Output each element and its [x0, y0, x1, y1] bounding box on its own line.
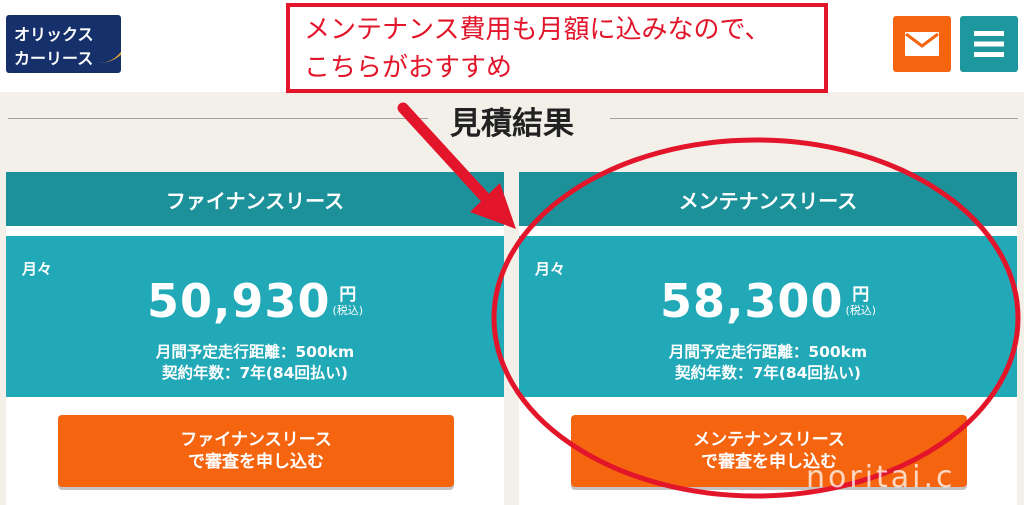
price-unit: 円 (税込) — [845, 286, 876, 317]
estimate-title-row: 見積結果 — [0, 92, 1024, 152]
watermark: noritai.c — [806, 460, 956, 495]
plan-card-maintenance: メンテナンスリース 月々 58,300 円 (税込) 月間予定走行距離：500km … — [519, 172, 1017, 505]
monthly-price: 50,930 円 (税込) — [6, 274, 504, 328]
term-text: 契約年数：7年(84回払い) — [161, 364, 349, 382]
menu-button[interactable] — [960, 16, 1018, 72]
hamburger-menu-icon — [974, 31, 1004, 57]
apply-finance-lease-button[interactable]: ファイナンスリース で審査を申し込む — [58, 415, 454, 487]
plan-name: メンテナンスリース — [519, 172, 1017, 226]
currency-label: 円 — [339, 284, 357, 305]
monthly-price: 58,300 円 (税込) — [519, 274, 1017, 328]
plan-price-panel: 月々 50,930 円 (税込) 月間予定走行距離：500km 契約年数：7年(84… — [6, 236, 504, 397]
currency-label: 円 — [852, 284, 870, 305]
mail-icon — [905, 32, 939, 56]
distance-text: 月間予定走行距離：500km — [155, 343, 355, 361]
mail-button[interactable] — [893, 16, 951, 72]
annotation-callout: メンテナンス費用も月額に込みなので、 こちらがおすすめ — [286, 3, 828, 93]
price-value: 50,930 — [146, 274, 331, 328]
logo-line2: カーリース — [14, 49, 94, 68]
price-value: 58,300 — [659, 274, 844, 328]
plan-price-panel: 月々 58,300 円 (税込) 月間予定走行距離：500km 契約年数：7年(84… — [519, 236, 1017, 397]
apply-button-line1: ファイナンスリース — [180, 430, 332, 450]
apply-button-line2: で審査を申し込む — [188, 452, 324, 472]
tax-note: (税込) — [845, 303, 877, 317]
apply-button-line1: メンテナンスリース — [693, 430, 845, 450]
price-unit: 円 (税込) — [332, 286, 363, 317]
orix-car-lease-logo[interactable]: オリックス カーリース — [6, 15, 121, 73]
plan-name: ファイナンスリース — [6, 172, 504, 226]
title-divider-left — [8, 118, 428, 119]
callout-line2: こちらがおすすめ — [304, 53, 513, 83]
term-text: 契約年数：7年(84回払い) — [674, 364, 862, 382]
callout-line1: メンテナンス費用も月額に込みなので、 — [304, 15, 771, 45]
logo-line1: オリックス — [14, 25, 94, 44]
plan-card-finance: ファイナンスリース 月々 50,930 円 (税込) 月間予定走行距離：500km … — [6, 172, 504, 505]
title-divider-right — [610, 118, 1018, 119]
page-title: 見積結果 — [450, 106, 574, 142]
distance-text: 月間予定走行距離：500km — [668, 343, 868, 361]
tax-note: (税込) — [332, 303, 364, 317]
